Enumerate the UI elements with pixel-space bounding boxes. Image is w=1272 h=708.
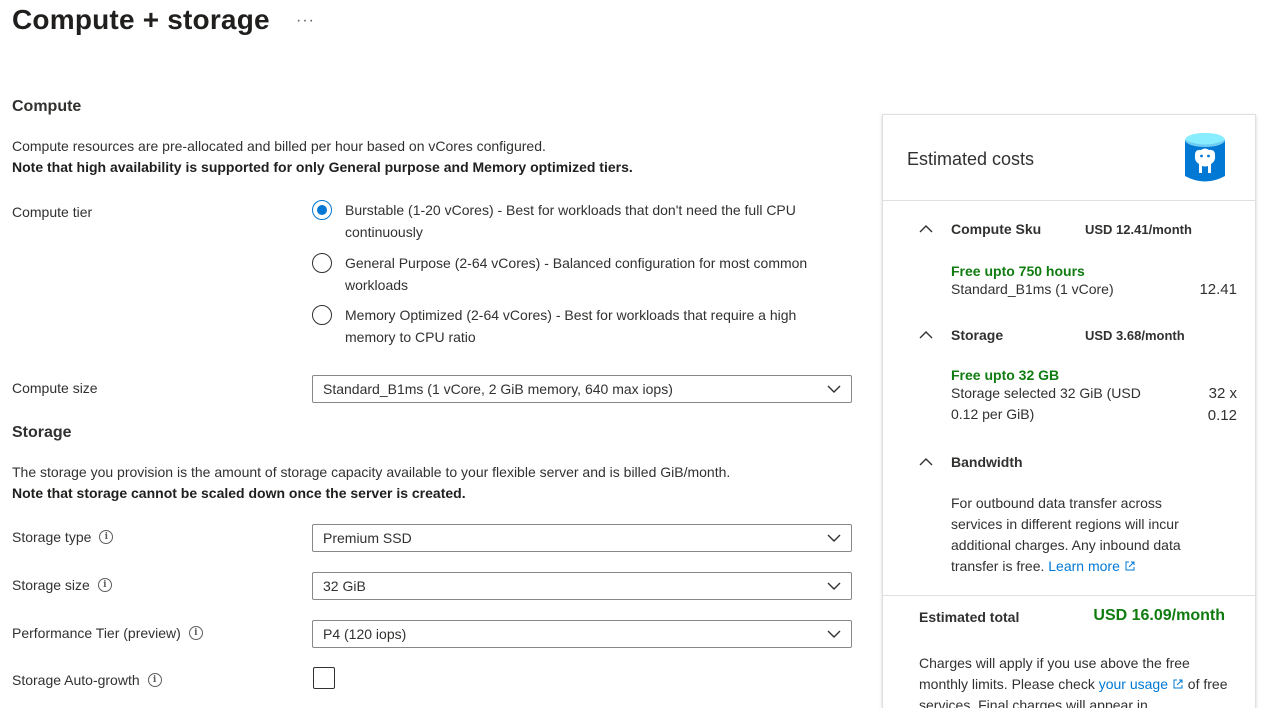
tier-label-burstable: Burstable (1-20 vCores) - Best for workl… <box>345 202 796 240</box>
compute-sku-detail-text: Standard_B1ms (1 vCore) <box>951 281 1114 297</box>
radio-burstable[interactable] <box>312 200 332 220</box>
storage-cost-amount-qty: 32 x <box>1208 385 1237 402</box>
estimated-total-label: Estimated total <box>919 609 1020 625</box>
external-link-icon <box>1125 561 1135 571</box>
bandwidth-text-block: For outbound data transfer across servic… <box>951 493 1201 577</box>
more-options-button[interactable]: ··· <box>296 12 315 30</box>
storage-cost-detail-text: Storage selected 32 GiB (USD 0.12 per Gi… <box>951 385 1141 422</box>
cost-panel-header: Estimated costs <box>883 115 1255 201</box>
performance-tier-label: Performance Tier (preview) i <box>12 625 203 641</box>
tier-option-burstable[interactable]: Burstable (1-20 vCores) - Best for workl… <box>312 200 832 243</box>
compute-sku-header[interactable]: Compute Sku USD 12.41/month <box>919 221 1239 237</box>
info-icon[interactable]: i <box>99 530 114 544</box>
bandwidth-section: Bandwidth For outbound data transfer acr… <box>919 454 1239 577</box>
chevron-down-icon <box>827 534 841 542</box>
storage-type-value: Premium SSD <box>323 530 412 546</box>
compute-sku-name: Compute Sku <box>951 221 1042 237</box>
learn-more-link-text: Learn more <box>1048 558 1120 574</box>
learn-more-link[interactable]: Learn more <box>1048 558 1135 574</box>
storage-autogrowth-label: Storage Auto-growth i <box>12 672 162 688</box>
radio-general-purpose[interactable] <box>312 253 332 273</box>
storage-description: The storage you provision is the amount … <box>12 462 730 504</box>
compute-sku-detail: Standard_B1ms (1 vCore) 12.41 <box>951 279 1239 300</box>
postgresql-database-icon <box>1185 133 1225 182</box>
storage-autogrowth-checkbox[interactable] <box>313 667 335 689</box>
charges-footnote: Charges will apply if you use above the … <box>919 653 1229 708</box>
chevron-down-icon <box>827 582 841 590</box>
tier-option-general-purpose[interactable]: General Purpose (2-64 vCores) - Balanced… <box>312 253 832 296</box>
compute-note: Note that high availability is supported… <box>12 159 633 175</box>
bandwidth-name: Bandwidth <box>951 454 1023 470</box>
performance-tier-label-text: Performance Tier (preview) <box>12 625 181 641</box>
chevron-up-icon[interactable] <box>919 330 933 340</box>
compute-free-note: Free upto 750 hours <box>951 263 1085 279</box>
storage-size-label: Storage size i <box>12 577 112 593</box>
storage-cost-amount: 32 x 0.12 <box>1208 383 1237 427</box>
compute-size-label-text: Compute size <box>12 380 98 396</box>
your-usage-link[interactable]: your usage <box>1099 676 1188 692</box>
storage-cost-amount-rate: 0.12 <box>1207 407 1237 424</box>
tier-option-memory-optimized[interactable]: Memory Optimized (2-64 vCores) - Best fo… <box>312 305 832 348</box>
storage-cost-price: USD 3.68/month <box>1085 327 1185 343</box>
compute-sku-section: Compute Sku USD 12.41/month Free upto 75… <box>919 221 1239 300</box>
storage-size-value: 32 GiB <box>323 578 366 594</box>
storage-free-note: Free upto 32 GB <box>951 367 1060 383</box>
performance-tier-dropdown[interactable]: P4 (120 iops) <box>312 620 852 648</box>
storage-note: Note that storage cannot be scaled down … <box>12 485 466 501</box>
chevron-up-icon[interactable] <box>919 224 933 234</box>
storage-description-text: The storage you provision is the amount … <box>12 464 731 480</box>
bandwidth-header[interactable]: Bandwidth <box>919 454 1239 470</box>
your-usage-link-text: your usage <box>1098 676 1169 692</box>
compute-sku-price: USD 12.41/month <box>1085 221 1192 237</box>
storage-cost-section: Storage USD 3.68/month Free upto 32 GB S… <box>919 327 1239 427</box>
compute-tier-label-text: Compute tier <box>12 204 93 220</box>
storage-cost-name: Storage <box>951 327 1004 343</box>
compute-heading: Compute <box>12 98 82 115</box>
estimated-total-row: Estimated total USD 16.09/month <box>883 595 1255 655</box>
storage-heading: Storage <box>12 424 72 441</box>
compute-size-dropdown[interactable]: Standard_B1ms (1 vCore, 2 GiB memory, 64… <box>312 375 852 403</box>
storage-size-label-text: Storage size <box>12 577 90 593</box>
storage-cost-header[interactable]: Storage USD 3.68/month <box>919 327 1239 343</box>
chevron-down-icon <box>827 630 841 638</box>
storage-cost-detail: Storage selected 32 GiB (USD 0.12 per Gi… <box>951 383 1239 427</box>
cost-panel-title: Estimated costs <box>907 149 1035 169</box>
page-title: Compute + storage <box>12 4 270 35</box>
tier-label-general-purpose: General Purpose (2-64 vCores) - Balanced… <box>345 255 808 293</box>
external-link-icon <box>1173 679 1183 689</box>
info-icon[interactable]: i <box>97 578 112 592</box>
storage-autogrowth-label-text: Storage Auto-growth <box>12 672 140 688</box>
storage-type-label: Storage type i <box>12 529 114 545</box>
estimated-total-value: USD 16.09/month <box>1093 607 1225 624</box>
compute-tier-label: Compute tier <box>12 204 92 220</box>
compute-size-label: Compute size <box>12 380 98 396</box>
compute-size-value: Standard_B1ms (1 vCore, 2 GiB memory, 64… <box>323 381 673 397</box>
radio-memory-optimized[interactable] <box>312 305 332 325</box>
info-icon[interactable]: i <box>188 626 203 640</box>
chevron-up-icon[interactable] <box>919 457 933 467</box>
info-icon[interactable]: i <box>147 673 162 687</box>
compute-description: Compute resources are pre-allocated and … <box>12 136 633 178</box>
compute-description-text: Compute resources are pre-allocated and … <box>12 138 546 154</box>
storage-type-dropdown[interactable]: Premium SSD <box>312 524 852 552</box>
tier-label-memory-optimized: Memory Optimized (2-64 vCores) - Best fo… <box>345 307 797 345</box>
compute-sku-amount: 12.41 <box>1199 281 1237 298</box>
chevron-down-icon <box>827 385 841 393</box>
storage-size-dropdown[interactable]: 32 GiB <box>312 572 852 600</box>
estimated-costs-panel: Estimated costs Compute Sku USD 12.41/mo… <box>882 114 1256 708</box>
performance-tier-value: P4 (120 iops) <box>323 626 407 642</box>
storage-type-label-text: Storage type <box>12 529 92 545</box>
